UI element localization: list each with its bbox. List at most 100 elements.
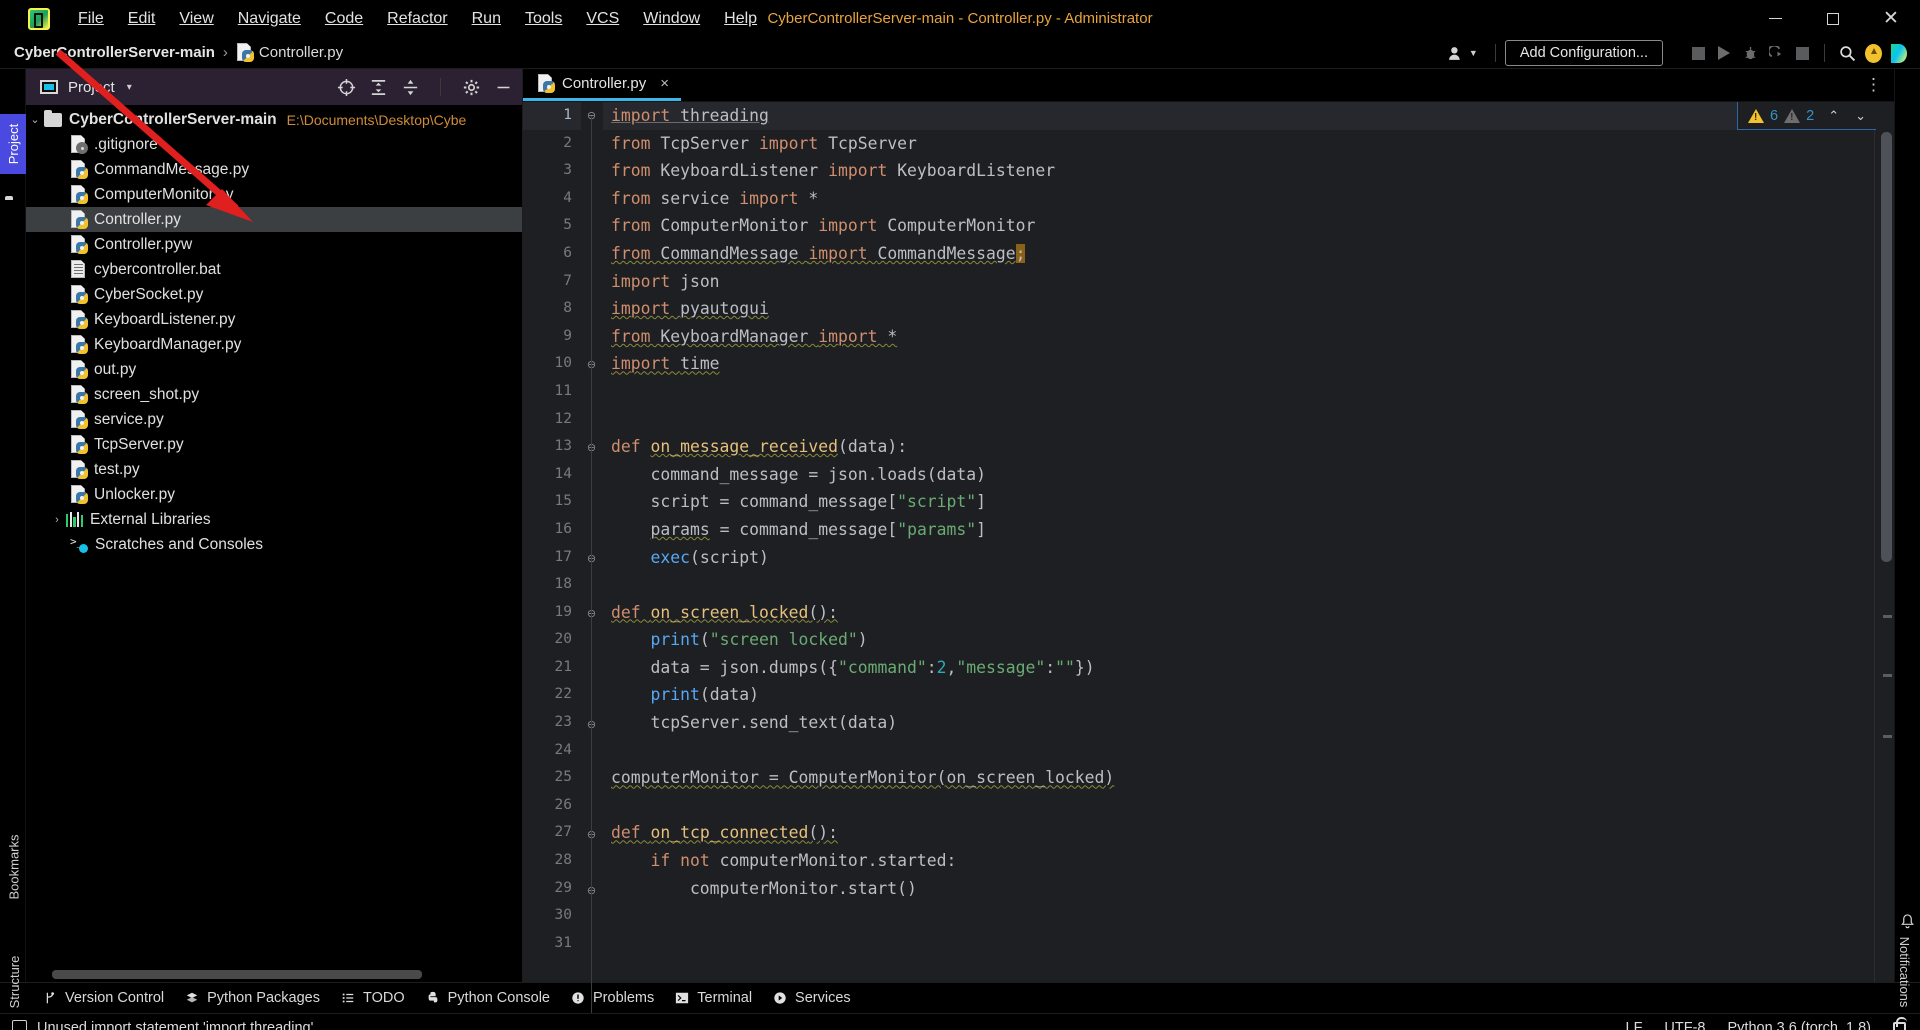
maximize-button[interactable] [1804, 0, 1862, 37]
tool-button-services[interactable]: Services [768, 990, 867, 1006]
interpreter-indicator[interactable]: Python 3.6 (torch_1.8) [1728, 1020, 1871, 1030]
menu-edit[interactable]: Edit [116, 6, 168, 32]
editor-vertical-scrollbar[interactable] [1881, 102, 1892, 562]
tree-node-out[interactable]: out.py [26, 357, 522, 382]
debug-button[interactable] [1737, 40, 1763, 66]
code-line[interactable]: computerMonitor = ComputerMonitor(on_scr… [603, 764, 1874, 792]
code-line[interactable]: from TcpServer import TcpServer [603, 130, 1874, 158]
editor-body[interactable]: 1 2 3 4 5 6 7 8 9 10 11 12 13 14 15 16 1 [523, 102, 1894, 1030]
tree-node-gitignore[interactable]: .gitignore [26, 132, 522, 157]
code-line[interactable] [603, 737, 1874, 765]
run-button[interactable] [1711, 40, 1737, 66]
chevron-down-icon[interactable]: ⌄ [26, 113, 44, 126]
update-button[interactable] [1860, 40, 1886, 66]
close-tab-button[interactable]: × [660, 75, 669, 92]
menu-tools[interactable]: Tools [513, 6, 574, 32]
code-line[interactable]: import threading [603, 102, 1874, 130]
search-everywhere-button[interactable] [1834, 40, 1860, 66]
user-account-button[interactable]: ▼ [1440, 43, 1486, 64]
code-text[interactable]: import threading from TcpServer import T… [603, 102, 1874, 982]
stop-button[interactable] [1789, 40, 1815, 66]
code-line[interactable]: from KeyboardListener import KeyboardLis… [603, 157, 1874, 185]
menu-help[interactable]: Help [712, 6, 769, 32]
expand-all-button[interactable] [367, 76, 389, 98]
menu-file[interactable]: File [66, 6, 116, 32]
tree-node-external-libraries[interactable]: › External Libraries [26, 507, 522, 532]
scrollbar-thumb[interactable] [52, 969, 422, 979]
tool-button-todo[interactable]: TODO [336, 990, 421, 1006]
code-line[interactable]: print(data) [603, 681, 1874, 709]
code-line[interactable] [603, 792, 1874, 820]
code-line[interactable]: from CommandMessage import CommandMessag… [603, 240, 1874, 268]
menu-refactor[interactable]: Refactor [375, 6, 459, 32]
breadcrumb-project[interactable]: CyberControllerServer-main [14, 44, 215, 61]
tree-node-scratches[interactable]: Scratches and Consoles [26, 532, 522, 557]
encoding-indicator[interactable]: UTF-8 [1664, 1020, 1705, 1030]
code-line[interactable] [603, 930, 1874, 958]
tool-button-problems[interactable]: Problems [566, 990, 670, 1006]
tool-button-python-packages[interactable]: Python Packages [180, 990, 336, 1006]
project-folder-icon[interactable] [5, 199, 21, 215]
code-line[interactable]: tcpServer.send_text(data) [603, 709, 1874, 737]
tree-node-service[interactable]: service.py [26, 407, 522, 432]
code-line[interactable]: script = command_message["script"] [603, 488, 1874, 516]
code-line[interactable] [603, 902, 1874, 930]
code-line[interactable]: def on_screen_locked(): [603, 599, 1874, 627]
code-line[interactable]: from KeyboardManager import * [603, 323, 1874, 351]
menu-view[interactable]: View [167, 6, 225, 32]
collapse-all-button[interactable] [399, 76, 421, 98]
code-line[interactable]: print("screen locked") [603, 626, 1874, 654]
inspection-summary-widget[interactable]: 6 2 ⌃ ⌄ [1737, 102, 1876, 130]
chevron-right-icon[interactable]: › [48, 514, 66, 526]
tree-node-computermonitor[interactable]: ComputerMonitor.py [26, 182, 522, 207]
line-separator-indicator[interactable]: LF [1626, 1020, 1643, 1030]
code-line[interactable] [603, 571, 1874, 599]
tree-node-cybercontroller-bat[interactable]: cybercontroller.bat [26, 257, 522, 282]
code-line[interactable]: import time [603, 350, 1874, 378]
tree-node-keyboardmanager[interactable]: KeyboardManager.py [26, 332, 522, 357]
unlocked-padlock-icon[interactable] [1893, 1017, 1907, 1030]
menu-run[interactable]: Run [460, 6, 513, 32]
hide-panel-button[interactable] [492, 76, 514, 98]
menu-code[interactable]: Code [313, 6, 375, 32]
more-options-icon[interactable]: ⋮ [1865, 75, 1882, 95]
add-configuration-button[interactable]: Add Configuration... [1504, 40, 1663, 66]
editor-tab-controller-py[interactable]: Controller.py × [523, 69, 681, 101]
message-icon[interactable] [12, 1019, 27, 1030]
code-folding-gutter[interactable]: ⊖ ⊖ ⊖ ⊖ ⊖ ⊖ ⊖ ⊖ [581, 102, 603, 1030]
code-line[interactable]: exec(script) [603, 544, 1874, 572]
code-line[interactable]: import pyautogui [603, 295, 1874, 323]
code-line[interactable]: def on_tcp_connected(): [603, 819, 1874, 847]
code-line[interactable] [603, 406, 1874, 434]
code-line[interactable] [603, 378, 1874, 406]
tree-node-unlocker[interactable]: Unlocker.py [26, 482, 522, 507]
sidebar-tab-bookmarks[interactable]: Bookmarks [1, 820, 27, 915]
scrollbar-thumb[interactable] [1881, 132, 1892, 562]
menu-window[interactable]: Window [631, 6, 712, 32]
tool-button-terminal[interactable]: Terminal [670, 990, 768, 1006]
project-horizontal-scrollbar[interactable] [26, 966, 522, 982]
inspection-mark[interactable] [1883, 735, 1892, 738]
sidebar-tab-project[interactable]: Project [0, 114, 26, 174]
pycharm-badge[interactable] [1886, 40, 1912, 66]
breadcrumb-file[interactable]: Controller.py [236, 43, 343, 62]
code-line[interactable]: computerMonitor.start() [603, 875, 1874, 903]
select-opened-file-button[interactable] [335, 76, 357, 98]
code-line[interactable]: if not computerMonitor.started: [603, 847, 1874, 875]
code-line[interactable]: command_message = json.loads(data) [603, 461, 1874, 489]
next-problem-icon[interactable]: ⌄ [1855, 108, 1866, 124]
code-line[interactable]: from ComputerMonitor import ComputerMoni… [603, 212, 1874, 240]
tree-node-test[interactable]: test.py [26, 457, 522, 482]
code-line[interactable]: from service import * [603, 185, 1874, 213]
minimize-button[interactable] [1746, 0, 1804, 37]
code-line[interactable]: params = command_message["params"] [603, 516, 1874, 544]
tree-node-screen-shot[interactable]: screen_shot.py [26, 382, 522, 407]
inspection-mark[interactable] [1883, 674, 1892, 677]
notifications-bell-icon[interactable] [1900, 914, 1916, 930]
previous-problem-icon[interactable]: ⌃ [1828, 108, 1839, 124]
code-line[interactable]: def on_message_received(data): [603, 433, 1874, 461]
menu-vcs[interactable]: VCS [574, 6, 631, 32]
inspection-mark[interactable] [1883, 615, 1892, 618]
tree-node-project-root[interactable]: ⌄ CyberControllerServer-main E:\Document… [26, 107, 522, 132]
tree-node-controller-py[interactable]: Controller.py [26, 207, 522, 232]
